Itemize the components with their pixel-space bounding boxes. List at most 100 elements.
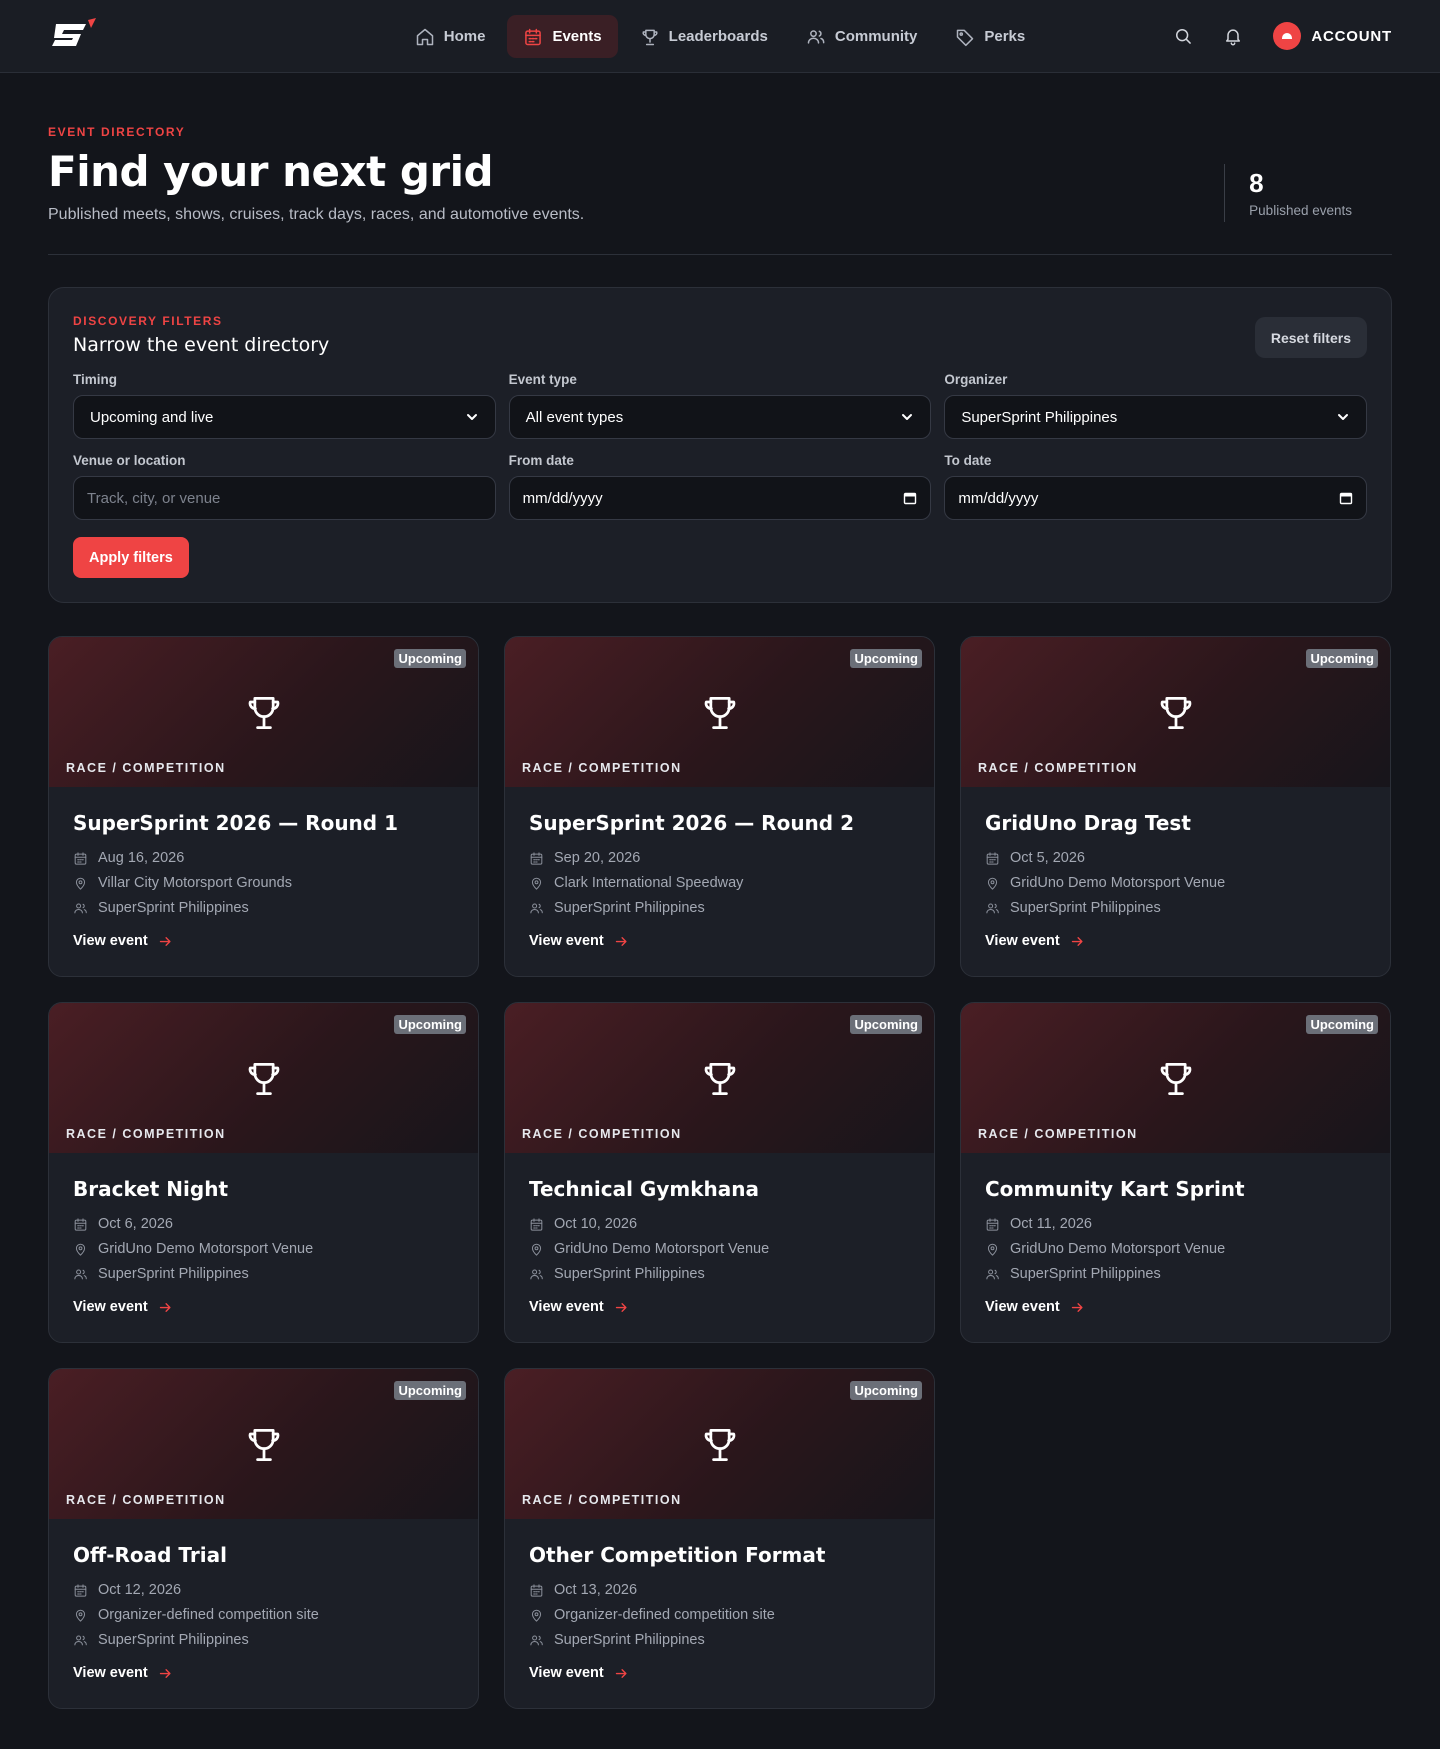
avatar (1273, 22, 1302, 50)
view-event-link[interactable]: View event (529, 933, 910, 949)
chevron-down-icon (902, 414, 913, 420)
event-category: RACE / COMPETITION (522, 1127, 682, 1141)
nav-home[interactable]: Home (399, 15, 502, 58)
users-icon (74, 1635, 87, 1645)
event-title[interactable]: Off-Road Trial (73, 1543, 454, 1567)
event-type-select[interactable]: All event types (508, 395, 932, 439)
trophy-icon (1154, 1057, 1198, 1101)
event-card-grid: Upcoming RACE / COMPETITION SuperSprint … (48, 636, 1392, 1749)
event-card-hero: Upcoming RACE / COMPETITION (961, 637, 1390, 787)
page-content: EVENT DIRECTORY Find your next grid Publ… (0, 73, 1440, 1749)
filters-title: Narrow the event directory (73, 334, 330, 356)
status-badge: Upcoming (1306, 649, 1378, 668)
status-badge: Upcoming (394, 1381, 466, 1400)
event-card[interactable]: Upcoming RACE / COMPETITION Other Compet… (504, 1368, 935, 1709)
brand-logo[interactable] (48, 16, 100, 56)
calendar-icon (530, 1583, 543, 1597)
event-venue: Organizer-defined competition site (98, 1607, 319, 1623)
status-badge: Upcoming (850, 649, 922, 668)
event-organizer: SuperSprint Philippines (98, 1266, 249, 1282)
account-label: ACCOUNT (1311, 27, 1392, 45)
nav-events[interactable]: Events (507, 15, 618, 58)
chevron-down-icon (1337, 414, 1348, 420)
calendar-icon (530, 851, 543, 865)
event-card[interactable]: Upcoming RACE / COMPETITION Bracket Nigh… (48, 1002, 479, 1343)
event-venue-row: Organizer-defined competition site (73, 1606, 454, 1624)
event-organizer-row: SuperSprint Philippines (529, 1265, 910, 1283)
view-event-link[interactable]: View event (529, 1665, 910, 1681)
calendar-icon (74, 1217, 87, 1231)
event-organizer: SuperSprint Philippines (554, 1632, 705, 1648)
event-date-row: Oct 13, 2026 (529, 1581, 910, 1599)
event-title[interactable]: GridUno Drag Test (985, 811, 1366, 835)
nav-community-label: Community (834, 28, 918, 45)
view-event-link[interactable]: View event (73, 1299, 454, 1315)
event-card-hero: Upcoming RACE / COMPETITION (49, 1003, 478, 1153)
timing-select[interactable]: Upcoming and live (73, 395, 496, 439)
users-icon (530, 903, 543, 913)
event-venue-row: GridUno Demo Motorsport Venue (529, 1240, 910, 1258)
event-title[interactable]: SuperSprint 2026 — Round 2 (529, 811, 910, 835)
reset-filters-button[interactable]: Reset filters (1254, 317, 1367, 358)
arrow-right-icon (615, 936, 627, 946)
event-card[interactable]: Upcoming RACE / COMPETITION SuperSprint … (48, 636, 479, 977)
event-card[interactable]: Upcoming RACE / COMPETITION SuperSprint … (504, 636, 935, 977)
event-title[interactable]: Other Competition Format (529, 1543, 910, 1567)
nav-community[interactable]: Community (790, 15, 934, 58)
event-organizer-row: SuperSprint Philippines (529, 899, 910, 917)
event-card[interactable]: Upcoming RACE / COMPETITION Off-Road Tri… (48, 1368, 479, 1709)
event-card-hero: Upcoming RACE / COMPETITION (961, 1003, 1390, 1153)
calendar-picker-icon[interactable] (1339, 491, 1353, 505)
from-date-input[interactable]: mm/dd/yyyy (508, 476, 932, 520)
event-organizer-row: SuperSprint Philippines (73, 1631, 454, 1649)
trophy-icon (698, 1423, 742, 1467)
nav-perks[interactable]: Perks (939, 15, 1041, 58)
notifications-button[interactable] (1223, 26, 1243, 46)
from-date-label: From date (508, 453, 574, 468)
event-card[interactable]: Upcoming RACE / COMPETITION Community Ka… (960, 1002, 1391, 1343)
search-button[interactable] (1173, 26, 1193, 46)
view-event-link[interactable]: View event (73, 933, 454, 949)
map-pin-icon (75, 1609, 86, 1622)
event-organizer: SuperSprint Philippines (1010, 900, 1161, 916)
account-menu[interactable]: ACCOUNT (1273, 22, 1392, 50)
event-date-row: Oct 10, 2026 (529, 1215, 910, 1233)
event-title[interactable]: SuperSprint 2026 — Round 1 (73, 811, 454, 835)
nav-leaderboards[interactable]: Leaderboards (624, 15, 784, 58)
calendar-picker-icon[interactable] (903, 491, 917, 505)
calendar-icon (530, 1217, 543, 1231)
calendar-icon (525, 28, 542, 45)
top-navbar: Home Events Leaderboards Community Perks (0, 0, 1440, 73)
event-date-row: Oct 6, 2026 (73, 1215, 454, 1233)
view-event-link[interactable]: View event (985, 1299, 1366, 1315)
event-card-hero: Upcoming RACE / COMPETITION (49, 1369, 478, 1519)
organizer-select[interactable]: SuperSprint Philippines (944, 395, 1367, 439)
arrow-right-icon (615, 1668, 627, 1678)
event-card[interactable]: Upcoming RACE / COMPETITION GridUno Drag… (960, 636, 1391, 977)
event-category: RACE / COMPETITION (978, 1127, 1138, 1141)
apply-filters-button[interactable]: Apply filters (73, 537, 189, 578)
venue-label: Venue or location (73, 453, 186, 468)
venue-input[interactable]: Track, city, or venue (73, 476, 496, 520)
map-pin-icon (531, 1609, 542, 1622)
view-event-label: View event (529, 1665, 604, 1681)
event-title[interactable]: Technical Gymkhana (529, 1177, 910, 1201)
event-date: Oct 11, 2026 (1010, 1216, 1092, 1232)
venue-placeholder: Track, city, or venue (87, 489, 221, 507)
view-event-link[interactable]: View event (529, 1299, 910, 1315)
event-organizer-row: SuperSprint Philippines (73, 1265, 454, 1283)
event-title[interactable]: Bracket Night (73, 1177, 454, 1201)
event-venue-row: GridUno Demo Motorsport Venue (73, 1240, 454, 1258)
event-card[interactable]: Upcoming RACE / COMPETITION Technical Gy… (504, 1002, 935, 1343)
arrow-right-icon (159, 1668, 171, 1678)
event-venue-row: Villar City Motorsport Grounds (73, 874, 454, 892)
view-event-link[interactable]: View event (73, 1665, 454, 1681)
view-event-label: View event (73, 1665, 148, 1681)
event-date: Sep 20, 2026 (554, 850, 641, 866)
event-title[interactable]: Community Kart Sprint (985, 1177, 1366, 1201)
to-date-label: To date (944, 453, 992, 468)
event-organizer-row: SuperSprint Philippines (985, 899, 1366, 917)
to-date-input[interactable]: mm/dd/yyyy (944, 476, 1367, 520)
users-icon (807, 29, 825, 44)
view-event-link[interactable]: View event (985, 933, 1366, 949)
